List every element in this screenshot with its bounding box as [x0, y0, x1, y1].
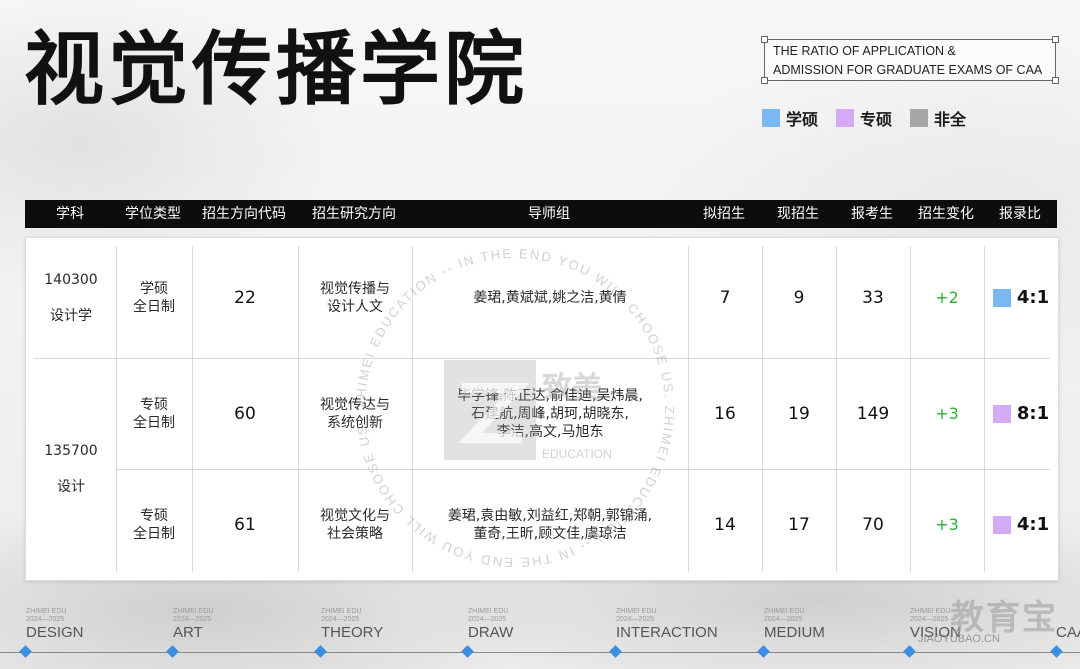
- current-cell: 9: [793, 288, 805, 308]
- header-change: 招生变化: [918, 206, 974, 222]
- applicants-cell: 149: [856, 403, 890, 424]
- degree-type-cell: 专硕 全日制: [133, 396, 175, 431]
- page-title: 视觉传播学院: [24, 23, 528, 116]
- direction-cell: 视觉传达与 系统创新: [320, 396, 390, 431]
- current-cell: 17: [788, 514, 810, 535]
- degree-type-cell: 学硕 全日制: [133, 281, 175, 315]
- timeline-diamond: [314, 645, 327, 658]
- legend-label: 专硕: [860, 110, 893, 129]
- tiny-caption: ZHIMEI EDU 2024—2025: [616, 608, 657, 623]
- ratio-swatch: [992, 515, 1011, 534]
- subtitle-line-1: THE RATIO OF APPLICATION &: [773, 44, 956, 58]
- degree-type-cell: 专硕 全日制: [133, 507, 175, 542]
- tiny-caption: ZHIMEI EDU 2024—2025: [321, 608, 362, 623]
- subject-code: 140300: [44, 272, 98, 288]
- tiny-caption: ZHIMEI EDU 2024—2025: [173, 608, 214, 623]
- direction-cell: 视觉传播与 设计人文: [320, 281, 390, 315]
- legend: 学硕 专硕 非全: [762, 106, 966, 130]
- applicants-cell: 70: [862, 514, 884, 535]
- legend-item-academic: 学硕: [762, 106, 818, 130]
- header-applicants: 报考生: [851, 206, 893, 222]
- header-planned: 拟招生: [703, 206, 745, 222]
- corner-handle: [761, 36, 768, 43]
- timeline-diamond: [461, 645, 474, 658]
- current-cell: 19: [788, 403, 810, 424]
- corner-handle: [761, 77, 768, 84]
- change-cell: +3: [935, 403, 959, 423]
- legend-swatch: [836, 109, 855, 127]
- category-interaction: INTERACTION: [616, 624, 718, 641]
- applicants-cell: 33: [862, 288, 884, 308]
- ratio-swatch: [992, 404, 1011, 423]
- subtitle-box: THE RATIO OF APPLICATION & ADMISSION FOR…: [761, 36, 1059, 84]
- category-draw: DRAW: [468, 624, 514, 641]
- table-header: 学科 学位类型 招生方向代码 招生研究方向 导师组 拟招生 现招生 报考生 招生…: [25, 200, 1057, 228]
- ratio-cell: 4:1: [984, 238, 1058, 358]
- subject-name: 设计学: [49, 308, 92, 324]
- category-medium: MEDIUM: [764, 624, 825, 641]
- corner-handle: [1052, 77, 1059, 84]
- timeline-diamond: [166, 645, 179, 658]
- timeline-diamond: [1050, 645, 1063, 658]
- corner-handle: [1052, 36, 1059, 43]
- tiny-caption: ZHIMEI EDU 2024—2025: [26, 608, 67, 623]
- category-caa: CAA: [1056, 624, 1080, 641]
- brand-watermark-url: JIAOYUBAO.CN: [918, 633, 1000, 645]
- advisors-cell: 姜珺,袁由敏,刘益红,郑朝,郭锦涌, 董奇,王昕,顾文佳,虞琼洁: [447, 507, 653, 542]
- timeline-diamond: [609, 645, 622, 658]
- legend-swatch: [910, 109, 929, 127]
- legend-item-professional: 专硕: [836, 106, 892, 130]
- planned-cell: 16: [714, 403, 736, 424]
- data-table: 140300 设计学 135700 设计 学硕 全日制 22 视觉传播与 设计人…: [25, 237, 1059, 581]
- subject-name: 设计: [56, 479, 85, 495]
- change-cell: +3: [935, 514, 959, 534]
- brand-watermark: 教育宝: [950, 598, 1058, 638]
- subtitle-line-2: ADMISSION FOR GRADUATE EXAMS OF CAA: [773, 63, 1043, 77]
- timeline-diamond: [19, 645, 32, 658]
- tiny-caption: ZHIMEI EDU 2024—2025: [468, 608, 509, 623]
- category-art: ART: [173, 624, 203, 641]
- planned-cell: 7: [719, 288, 731, 308]
- legend-label: 非全: [934, 110, 967, 129]
- tiny-caption: ZHIMEI EDU 2024—2025: [764, 608, 805, 623]
- legend-swatch: [762, 109, 780, 127]
- category-theory: THEORY: [321, 624, 384, 641]
- ratio-cell: 8:1: [984, 358, 1058, 469]
- subject-code: 135700: [44, 443, 98, 459]
- ratio-value: 8:1: [1016, 402, 1050, 424]
- legend-label: 学硕: [786, 110, 819, 129]
- direction-code-cell: 61: [234, 514, 256, 535]
- direction-cell: 视觉文化与 社会策略: [320, 507, 390, 542]
- legend-item-parttime: 非全: [910, 106, 966, 130]
- ratio-value: 4:1: [1016, 513, 1050, 535]
- header-advisors: 导师组: [528, 206, 570, 222]
- advisors-cell: 毕学锋,陈正达,俞佳迪,吴炜晨, 石建航,周峰,胡珂,胡晓东, 李洁,高文,马旭…: [457, 387, 643, 440]
- planned-cell: 14: [714, 514, 736, 535]
- ratio-value: 4:1: [1016, 287, 1050, 308]
- advisors-cell: 姜珺,黄斌斌,姚之洁,黄倩: [473, 290, 627, 306]
- subject-cell: 140300 设计学: [26, 238, 116, 358]
- subject-cell: 135700 设计: [26, 358, 116, 580]
- tiny-caption: ZHIMEI EDU 2024—2025: [910, 608, 951, 623]
- direction-code-cell: 60: [234, 403, 256, 424]
- header-direction: 招生研究方向: [312, 206, 396, 222]
- header-direction-code: 招生方向代码: [202, 206, 286, 222]
- direction-code-cell: 22: [234, 288, 256, 308]
- timeline-line: [0, 652, 1080, 653]
- change-cell: +2: [935, 288, 959, 307]
- ratio-cell: 4:1: [984, 469, 1058, 580]
- category-design: DESIGN: [26, 624, 84, 641]
- header-current: 现招生: [777, 206, 819, 222]
- ratio-swatch: [992, 289, 1011, 307]
- timeline-diamond: [903, 645, 916, 658]
- header-degree-type: 学位类型: [125, 206, 181, 222]
- timeline-diamond: [757, 645, 770, 658]
- header-subject: 学科: [56, 206, 84, 222]
- header-ratio: 报录比: [999, 206, 1041, 222]
